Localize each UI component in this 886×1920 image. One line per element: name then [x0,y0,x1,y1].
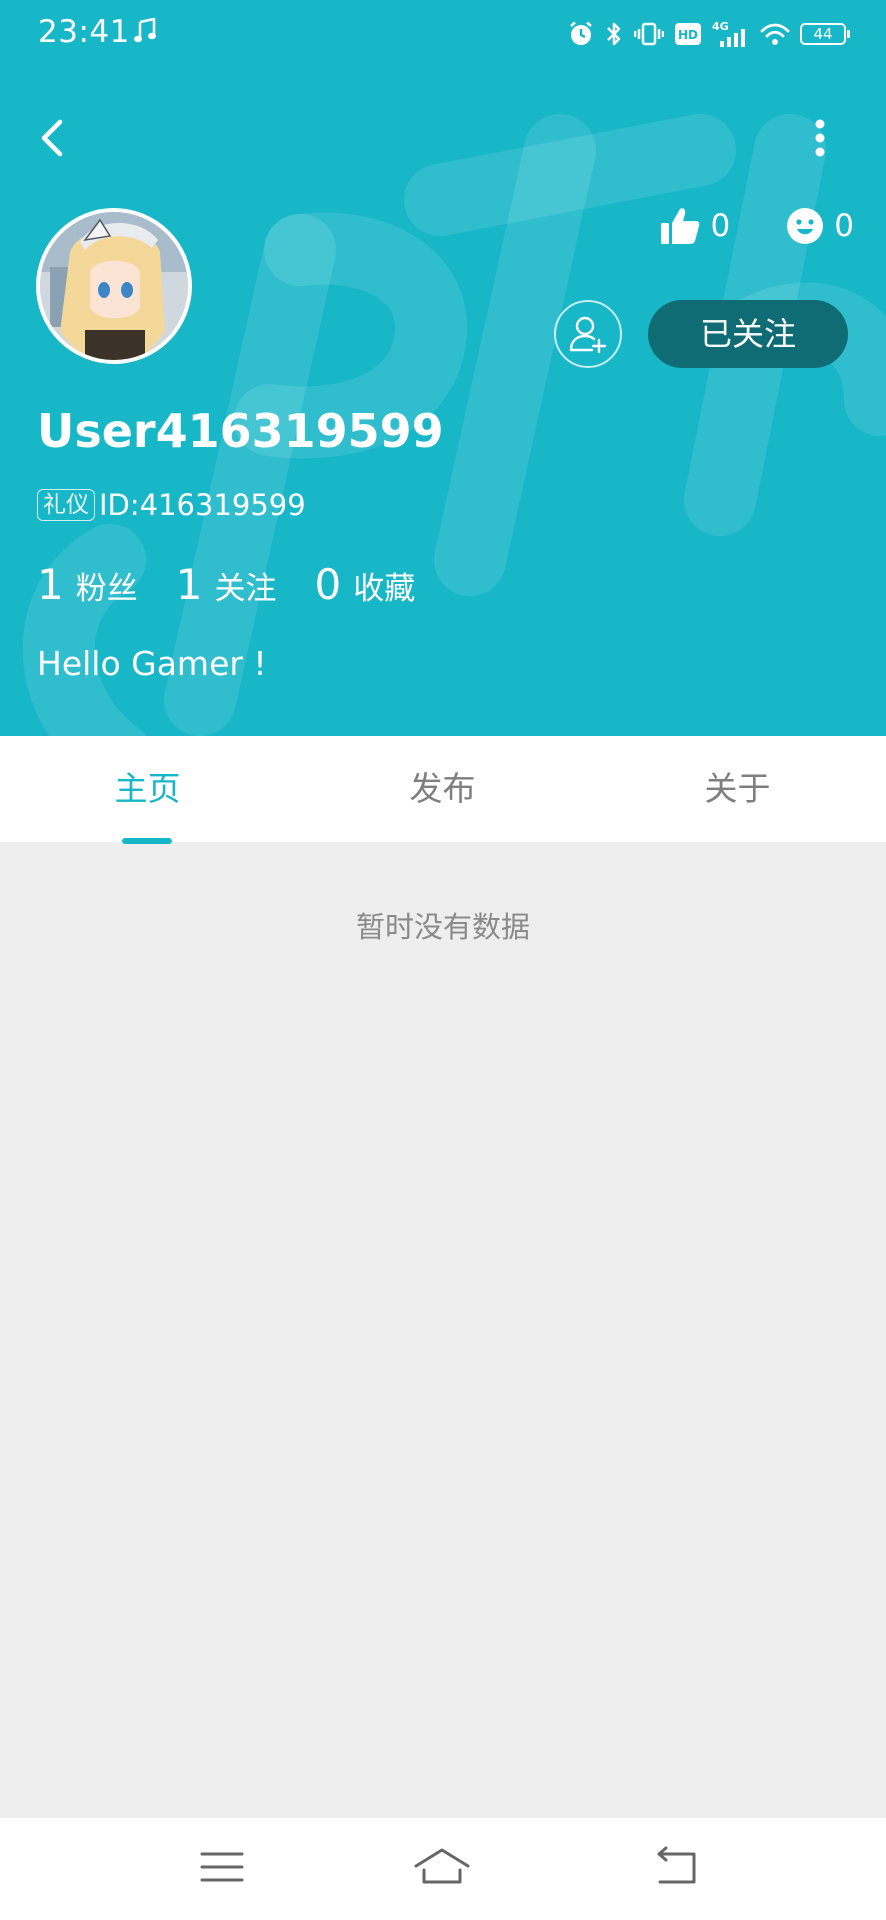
watermark-decoration [22,114,886,736]
tab-about[interactable]: 关于 [590,736,885,842]
tab-home[interactable]: 主页 [0,736,295,842]
follow-status-button[interactable]: 已关注 [648,300,848,368]
alarm-icon [570,21,592,45]
likes-stat[interactable]: 0 [659,206,731,246]
battery-icon: 44 [800,23,850,45]
avatar[interactable] [36,208,192,364]
more-options-icon[interactable] [800,110,840,166]
system-nav-bar [0,1818,886,1920]
home-icon[interactable] [412,1842,472,1892]
add-friend-button[interactable] [554,300,622,368]
back-arrow-icon[interactable] [30,110,78,166]
bluetooth-icon [607,22,621,46]
likes-count: 0 [710,208,731,244]
user-tag-badge: 礼仪 [37,489,95,521]
svg-text:HD: HD [678,28,698,42]
thumbs-up-icon [660,208,699,244]
tab-posts[interactable]: 发布 [295,736,590,842]
add-friend-icon [569,316,607,354]
username: User416319599 [37,404,444,458]
profile-tabs: 主页 发布 关于 [0,736,886,842]
status-icons: HD 4G 44 [568,18,850,50]
empty-state-text: 暂时没有数据 [355,910,530,944]
profile-screen: 23:41 HD 4G 44 0 0 已关注 User416319599 礼仪 … [0,0,886,1920]
active-tab-indicator [122,838,172,844]
followers-count[interactable]: 1 粉丝 [37,560,138,609]
status-bar: 23:41 HD 4G 44 [0,0,886,68]
music-note-icon [134,18,156,43]
avatar-illustration [40,212,188,360]
smiley-icon [787,208,824,244]
svg-text:4G: 4G [712,20,729,33]
return-icon[interactable] [646,1842,706,1892]
menu-icon[interactable] [192,1842,252,1892]
profile-header: 23:41 HD 4G 44 0 0 已关注 User416319599 礼仪 … [0,0,886,736]
user-id-row: 礼仪 ID:416319599 [37,488,306,522]
following-count[interactable]: 1 关注 [176,560,277,609]
wifi-icon [760,23,790,45]
profile-counts: 1 粉丝 1 关注 0 收藏 [37,560,453,609]
status-time: 23:41 [38,14,130,50]
user-bio: Hello Gamer ! [37,644,267,683]
vibrate-icon [634,22,664,46]
reactions-stat[interactable]: 0 [786,207,854,245]
user-id: ID:416319599 [99,488,306,522]
hd-icon: HD [675,23,701,45]
favorites-count[interactable]: 0 收藏 [314,560,415,609]
reaction-stats: 0 0 [659,206,854,246]
reactions-count: 0 [834,208,854,244]
battery-level: 44 [813,25,833,43]
signal-icon: 4G [712,20,745,47]
